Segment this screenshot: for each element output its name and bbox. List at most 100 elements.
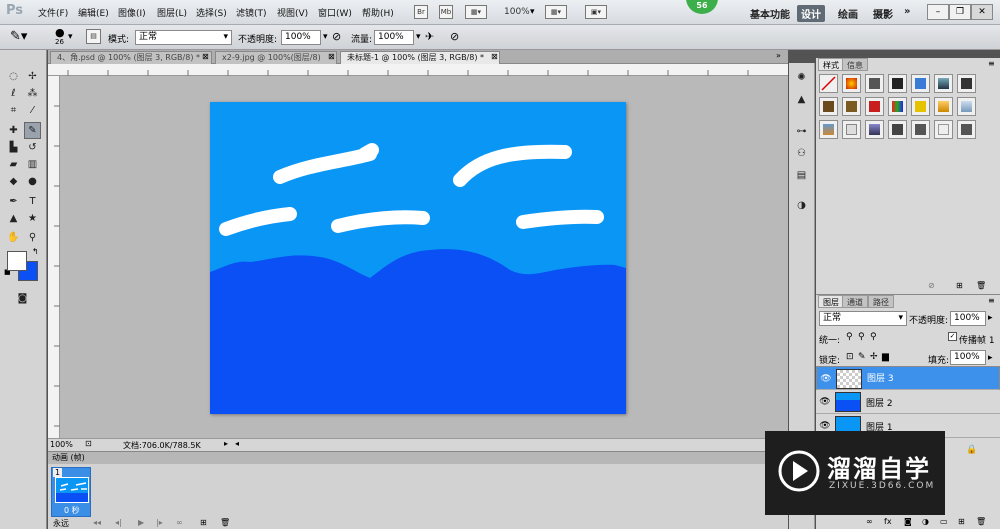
zoom-level[interactable]: 100% <box>504 7 530 17</box>
previous-frame-icon[interactable]: ◂| <box>115 518 122 527</box>
style-swatch-none[interactable] <box>819 74 838 93</box>
style-swatch[interactable] <box>888 74 907 93</box>
new-style-icon[interactable]: ⊞ <box>956 281 963 290</box>
panel-menu-icon[interactable]: ≡ <box>988 59 995 68</box>
airbrush-icon[interactable]: ✈ <box>425 30 434 43</box>
status-info-icon[interactable]: ⊡ <box>85 439 92 448</box>
pen-tool-icon[interactable]: ✒ <box>5 193 22 210</box>
menu-image[interactable]: 图像(I) <box>118 6 146 19</box>
zoom-dropdown-icon[interactable]: ▾ <box>530 7 535 17</box>
unify-position-icon[interactable]: ⚲ <box>846 332 853 342</box>
tab-info[interactable]: 信息 <box>842 58 868 71</box>
tab-channels[interactable]: 通道 <box>842 295 868 308</box>
marquee-tool-icon[interactable]: ◌ <box>5 68 22 85</box>
brush-tool-icon[interactable]: ✎ <box>24 122 41 139</box>
tab-document-2[interactable]: x2-9.jpg @ 100%(图层/8) <box>215 51 337 64</box>
adjustment-layer-icon[interactable]: ◑ <box>922 517 929 526</box>
delete-layer-icon[interactable]: 🗑 <box>976 517 986 526</box>
status-zoom[interactable]: 100% <box>50 440 73 449</box>
arrange-documents-icon[interactable]: ▦▾ <box>545 5 567 19</box>
hand-tool-icon[interactable]: ✋ <box>5 229 22 246</box>
lock-all-icon[interactable]: ▆ <box>882 352 889 362</box>
workspace-more[interactable]: » <box>900 5 914 18</box>
frame-time[interactable]: 0 秒 <box>64 505 80 516</box>
add-mask-icon[interactable]: ◙ <box>904 517 912 526</box>
path-select-tool-icon[interactable]: ▲ <box>5 210 22 227</box>
shape-tool-icon[interactable]: ★ <box>24 210 41 227</box>
crop-tool-icon[interactable]: ⌗ <box>5 102 22 119</box>
mode-select[interactable]: 正常 ▾ <box>135 30 232 45</box>
style-swatch[interactable] <box>842 74 861 93</box>
swap-colors-icon[interactable]: ↰ <box>32 247 39 256</box>
minibridge-icon[interactable]: Mb <box>439 5 453 19</box>
layer-name[interactable]: 图层 2 <box>866 396 893 409</box>
style-swatch[interactable] <box>819 97 838 116</box>
close-tab-icon[interactable]: ⊠ <box>491 52 498 61</box>
propagate-checkbox[interactable]: ✓ <box>948 332 957 341</box>
close-tab-icon[interactable]: ⊠ <box>328 52 335 61</box>
tab-layers[interactable]: 图层 <box>818 295 844 308</box>
loop-select[interactable]: 永远 <box>53 518 69 529</box>
panel-menu-icon[interactable]: ≡ <box>988 296 995 305</box>
play-icon[interactable]: ▶ <box>138 518 144 527</box>
lock-transparency-icon[interactable]: ⊡ <box>846 352 854 362</box>
masks-icon[interactable]: ⚇ <box>793 145 810 162</box>
foreground-color-swatch[interactable] <box>7 251 27 271</box>
style-swatch[interactable] <box>842 97 861 116</box>
layer-row-2[interactable]: 👁 图层 2 <box>816 390 1000 414</box>
type-tool-icon[interactable]: T <box>24 193 41 210</box>
next-frame-icon[interactable]: |▸ <box>156 518 163 527</box>
opacity-dropdown-icon[interactable]: ▾ <box>323 32 328 42</box>
menu-help[interactable]: 帮助(H) <box>362 6 394 19</box>
quick-select-tool-icon[interactable]: ⁂ <box>24 85 41 102</box>
menu-edit[interactable]: 编辑(E) <box>78 6 109 19</box>
gradient-tool-icon[interactable]: ▥ <box>24 156 41 173</box>
menu-file[interactable]: 文件(F) <box>38 6 68 19</box>
layer-style-icon[interactable]: fx <box>884 517 892 526</box>
close-icon[interactable]: ✕ <box>971 4 993 20</box>
fill-field[interactable]: 100% <box>950 350 986 365</box>
delete-style-icon[interactable]: 🗑 <box>976 281 986 290</box>
style-swatch[interactable] <box>842 120 861 139</box>
style-swatch[interactable] <box>957 120 976 139</box>
style-swatch[interactable] <box>819 120 838 139</box>
tab-styles[interactable]: 样式 <box>818 58 844 71</box>
menu-filter[interactable]: 滤镜(T) <box>236 6 267 19</box>
navigator-icon[interactable]: ✺ <box>793 69 810 86</box>
style-swatch[interactable] <box>957 74 976 93</box>
lock-pixels-icon[interactable]: ✎ <box>858 352 866 362</box>
link-layers-icon[interactable]: ∞ <box>866 517 873 526</box>
clone-source-icon[interactable]: ▤ <box>793 167 810 184</box>
new-group-icon[interactable]: ▭ <box>940 517 948 526</box>
menu-view[interactable]: 视图(V) <box>277 6 308 19</box>
lock-position-icon[interactable]: ✢ <box>870 352 878 362</box>
close-tab-icon[interactable]: ⊠ <box>202 52 209 61</box>
style-swatch[interactable] <box>957 97 976 116</box>
clone-stamp-tool-icon[interactable]: ▙ <box>5 139 22 156</box>
style-swatch[interactable] <box>911 97 930 116</box>
move-tool-icon[interactable]: ✢ <box>24 68 41 85</box>
menu-select[interactable]: 选择(S) <box>196 6 227 19</box>
unify-style-icon[interactable]: ⚲ <box>870 332 877 342</box>
style-swatch[interactable] <box>934 97 953 116</box>
delete-frame-icon[interactable]: 🗑 <box>220 518 230 527</box>
history-brush-tool-icon[interactable]: ↺ <box>24 139 41 156</box>
tab-paths[interactable]: 路径 <box>868 295 894 308</box>
horizontal-ruler[interactable] <box>48 64 788 76</box>
layer-row-3[interactable]: 👁 图层 3 <box>816 366 1000 390</box>
scroll-left-icon[interactable]: ◂ <box>235 439 239 448</box>
style-swatch[interactable] <box>911 74 930 93</box>
restore-icon[interactable]: ❐ <box>949 4 971 20</box>
status-menu-icon[interactable]: ▸ <box>224 439 228 448</box>
workspace-basic[interactable]: 基本功能 <box>746 5 794 22</box>
opacity-field[interactable]: 100% <box>281 30 321 45</box>
zoom-tool-icon[interactable]: ⚲ <box>24 229 41 246</box>
eyedropper-tool-icon[interactable]: ⁄ <box>24 102 41 119</box>
style-swatch[interactable] <box>934 74 953 93</box>
pressure-opacity-icon[interactable]: ⊘ <box>332 30 341 43</box>
tab-document-3[interactable]: 未标题-1 @ 100% (图层 3, RGB/8) * <box>340 51 500 64</box>
brush-tool-icon[interactable]: ✎▾ <box>10 29 27 44</box>
tab-overflow-icon[interactable]: » <box>776 51 781 60</box>
unify-visibility-icon[interactable]: ⚲ <box>858 332 865 342</box>
pressure-size-icon[interactable]: ⊘ <box>450 30 459 43</box>
